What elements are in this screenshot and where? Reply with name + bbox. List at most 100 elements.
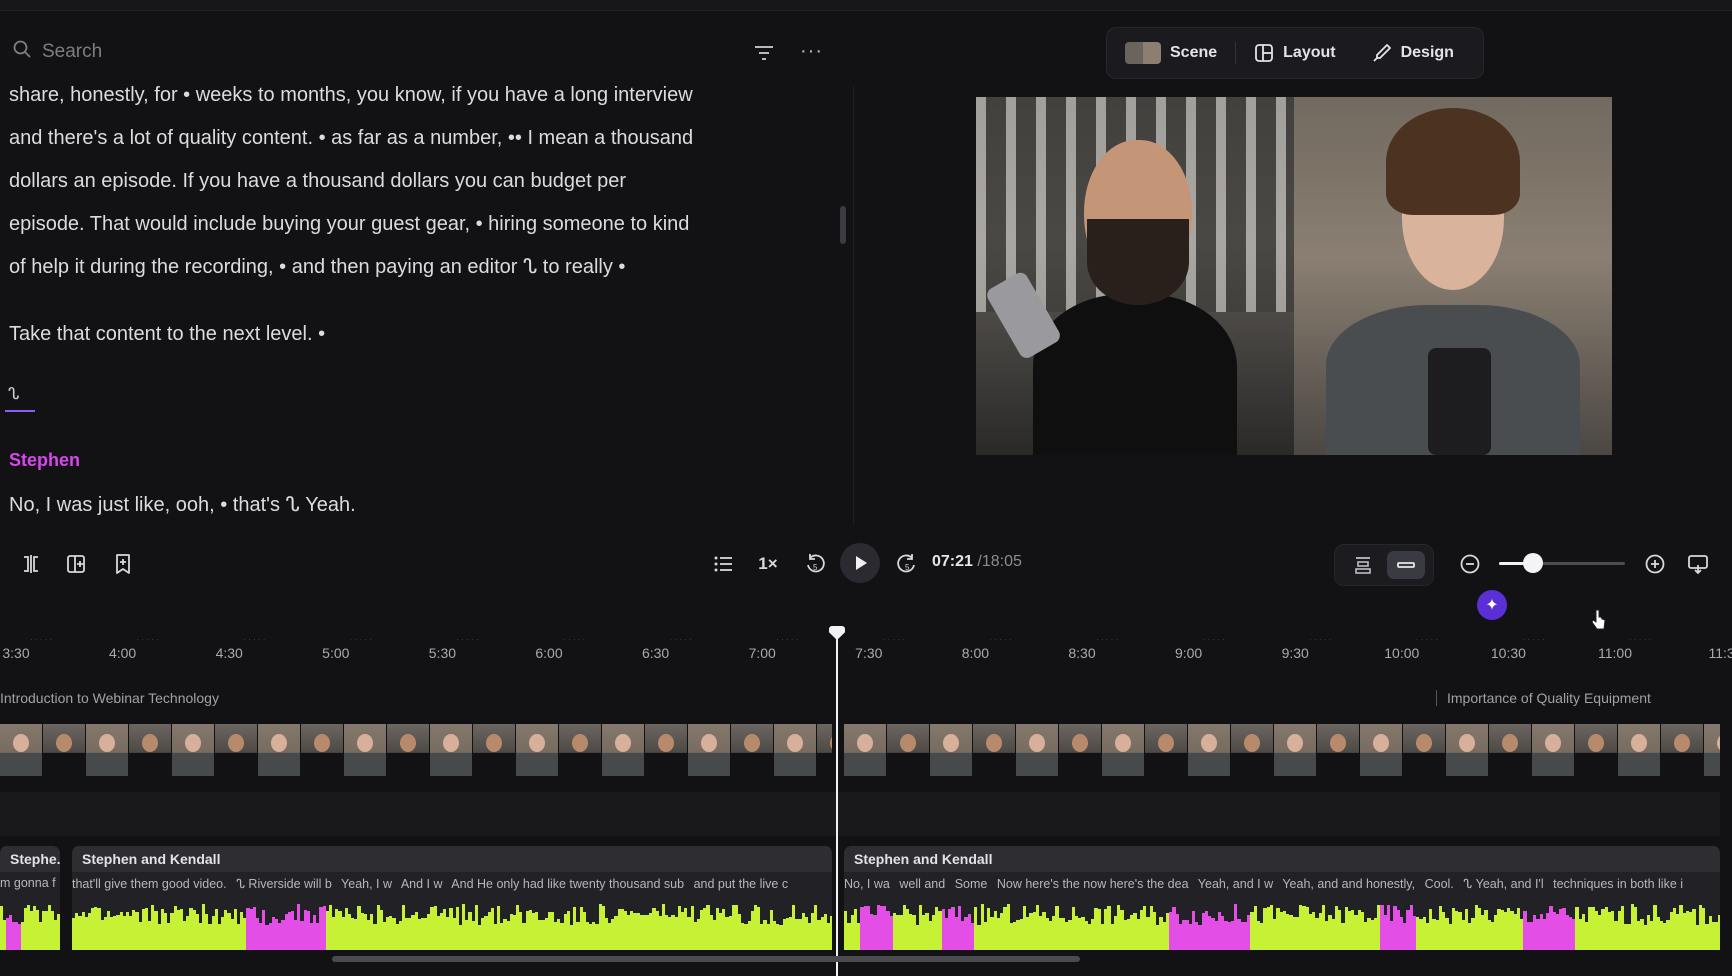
timeline-tick-label: 8:30 [1068,645,1096,661]
filmstrip-frame [1618,724,1661,776]
filmstrip-frame [473,724,516,776]
transcript-line[interactable]: episode. That would include buying your … [9,203,789,246]
frame-person-head [1244,734,1260,752]
chapters-list-icon[interactable] [710,548,736,580]
chapter-label[interactable]: Importance of Quality Equipment [1447,690,1651,706]
timeline-tick-label: 11:3 [1708,645,1732,661]
audio-waveform [844,904,1720,950]
zoom-out-icon[interactable] [1458,548,1482,580]
filmstrip-frame [215,724,258,776]
filmstrip-frame [817,724,832,776]
transcript-body[interactable]: share, honestly, for • weeks to months, … [9,74,789,356]
playhead[interactable] [836,630,838,976]
filmstrip-frame [1274,724,1317,776]
rewind-5-icon[interactable]: 5 [801,548,829,580]
transcript-line[interactable]: share, honestly, for • weeks to months, … [9,74,789,117]
filmstrip-frame [172,724,215,776]
forward-5-icon[interactable]: 5 [893,548,921,580]
track-view-toggle [1334,544,1434,586]
timeline-scrollbar[interactable] [332,956,1080,962]
wave-glyph: ᔐ [8,386,20,403]
chapter-label[interactable]: Introduction to Webinar Technology [0,690,219,706]
audio-clip[interactable]: that'll give them good video. ᔐ Riversid… [72,872,832,950]
chapter-divider [1436,690,1437,706]
filmstrip-frame [1188,724,1231,776]
split-clip-icon[interactable] [18,548,44,580]
camera-feed-kendall [1294,97,1612,455]
transcript-line[interactable]: No, I was just like, ooh, • that's ᔐ Yea… [9,492,356,517]
frame-person-head [615,734,631,752]
frame-person-head [943,734,959,752]
video-filmstrip[interactable] [844,724,1720,776]
filmstrip-frame [930,724,973,776]
filmstrip-frame [645,724,688,776]
frame-person-head [443,734,459,752]
snippet: Now here's the now here's the dea [996,877,1189,891]
snippet: And He only had like twenty thousand sub [451,877,685,891]
timeline-tick-label: 10:30 [1490,645,1526,661]
filmstrip-frame [688,724,731,776]
zoom-slider-handle[interactable] [1523,553,1544,573]
filmstrip-frame [973,724,1016,776]
speaker-name[interactable]: Stephen [9,450,80,471]
snippet: And I w [400,877,443,891]
clip-title[interactable]: Stephen and Kendall [844,846,1720,872]
frame-person-head [900,734,916,752]
clip-title[interactable]: Stephe... [0,846,60,872]
filter-icon[interactable] [752,42,776,64]
timeline-minor-ticks: · · · · · [1309,635,1332,644]
audio-clip[interactable]: m gonna f [0,872,60,950]
add-bookmark-icon[interactable] [110,548,136,580]
filmstrip-frame [887,724,930,776]
play-button[interactable] [840,543,880,583]
frame-person-head [1416,734,1432,752]
align-tracks-icon[interactable] [1345,551,1381,579]
zoom-slider-track[interactable] [1499,562,1625,565]
design-button[interactable]: Design [1354,28,1472,78]
design-label: Design [1400,44,1454,61]
fit-timeline-icon[interactable] [1686,548,1710,580]
frame-person-head [572,734,588,752]
transcript-line[interactable]: dollars an episode. If you have a thousa… [9,160,789,203]
scene-button[interactable]: Scene [1107,28,1235,78]
timeline-minor-ticks: · · · · · [989,635,1012,644]
search-bar[interactable]: Search [12,38,102,66]
timeline-tick-label: 3:30 [2,645,30,661]
frame-person-head [1588,734,1604,752]
transcript-line[interactable]: of help it during the recording, • and t… [9,246,789,289]
layout-button[interactable]: Layout [1236,28,1353,78]
clip-snippets: m gonna f [0,876,60,890]
transcript-line[interactable]: and there's a lot of quality content. • … [9,117,789,160]
add-layout-icon[interactable] [64,548,90,580]
search-input[interactable]: Search [42,41,102,63]
timeline-tick-label: 11:00 [1598,645,1632,661]
ai-magic-icon[interactable]: ✦ [1477,590,1507,620]
more-options-icon[interactable]: ··· [800,41,824,64]
clip-snippets: that'll give them good video. ᔐ Riversid… [72,876,794,891]
empty-track[interactable] [0,792,1720,836]
snippet: Cool. [1424,877,1454,891]
video-preview[interactable] [976,97,1612,455]
audio-clip[interactable]: No, I wa well and Some Now here's the no… [844,872,1720,950]
transcript-line[interactable]: Take that content to the next level. • [9,313,789,356]
filmstrip-frame [1704,724,1720,776]
transcript-scrollbar[interactable] [840,206,846,244]
waveform-bar [1718,914,1720,950]
compact-tracks-icon[interactable] [1387,551,1425,579]
timeline-minor-ticks: · · · · · [30,635,53,644]
frame-person-head [986,734,1002,752]
svg-text:5: 5 [813,563,818,572]
clip-title[interactable]: Stephen and Kendall [72,846,832,872]
video-filmstrip[interactable] [0,724,832,776]
zoom-in-icon[interactable] [1643,548,1667,580]
playback-speed-button[interactable]: 1× [754,548,782,580]
timeline-tick-label: 5:30 [428,645,457,661]
layout-label: Layout [1283,44,1336,61]
silence-wave-icon[interactable]: ᔐ [5,384,35,414]
scene-thumbnail-icon [1125,42,1161,64]
frame-person-head [314,734,330,752]
frame-person-head [1029,734,1045,752]
frame-person-head [1674,734,1690,752]
filmstrip-frame [129,724,172,776]
timeline-ruler[interactable]: 3:30 · · · · · 4:00 · · · · · 4:30 · · · · · 5… [0,628,1732,678]
